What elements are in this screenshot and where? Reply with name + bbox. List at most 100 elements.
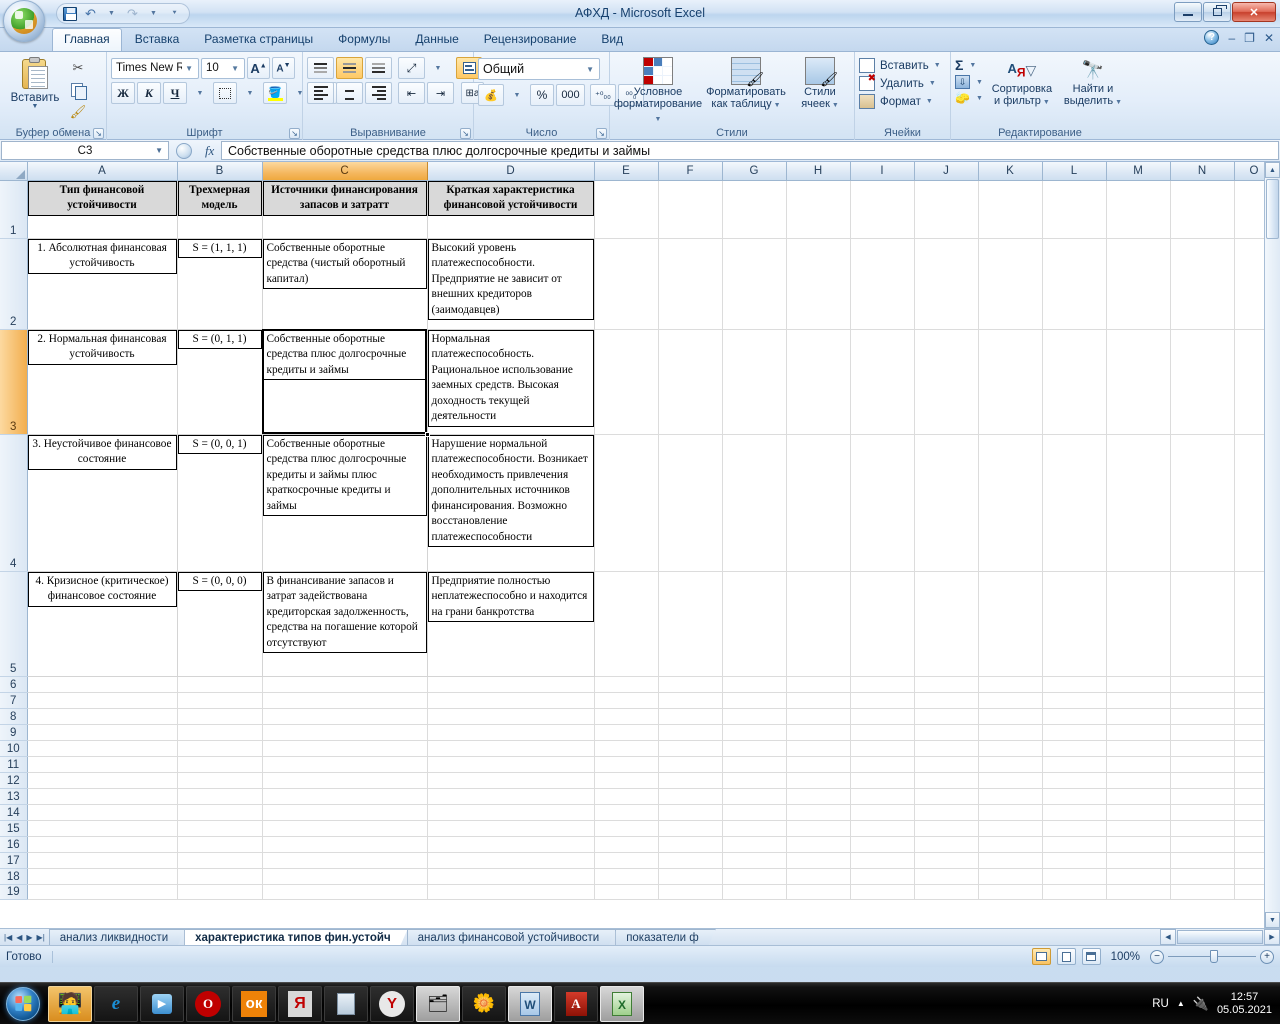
cell-B18[interactable] <box>177 868 263 885</box>
cell-E11[interactable] <box>594 756 659 773</box>
cell-B14[interactable] <box>177 804 263 821</box>
cell-M10[interactable] <box>1106 740 1171 757</box>
cell-K6[interactable] <box>978 676 1043 693</box>
cell-D17[interactable] <box>427 852 595 869</box>
cell-E2[interactable] <box>594 238 659 330</box>
normal-view-icon[interactable] <box>1031 948 1051 965</box>
cell-J18[interactable] <box>914 868 979 885</box>
cell-N2[interactable] <box>1170 238 1235 330</box>
cell-J6[interactable] <box>914 676 979 693</box>
column-header-E[interactable]: E <box>594 162 659 181</box>
align-bottom-icon[interactable] <box>365 57 392 79</box>
grow-font-button[interactable]: A▲ <box>247 57 270 79</box>
cell-H14[interactable] <box>786 804 851 821</box>
cell-M17[interactable] <box>1106 852 1171 869</box>
cell-G9[interactable] <box>722 724 787 741</box>
cell-E17[interactable] <box>594 852 659 869</box>
cell-I10[interactable] <box>850 740 915 757</box>
cell-L11[interactable] <box>1042 756 1107 773</box>
cell-A9[interactable] <box>27 724 178 741</box>
fill-handle[interactable] <box>424 431 430 437</box>
cell-B2[interactable]: S = (1, 1, 1) <box>177 238 263 330</box>
ribbon-tab-formulas[interactable]: Формулы <box>326 28 402 51</box>
acrobat-icon[interactable]: A <box>554 985 598 1022</box>
cell-J12[interactable] <box>914 772 979 789</box>
cell-G12[interactable] <box>722 772 787 789</box>
page-break-view-icon[interactable] <box>1081 948 1101 965</box>
cell-D15[interactable] <box>427 820 595 837</box>
cell-F12[interactable] <box>658 772 723 789</box>
cell-D12[interactable] <box>427 772 595 789</box>
cell-I17[interactable] <box>850 852 915 869</box>
cell-C3[interactable]: Собственные оборотные средства плюс долг… <box>262 329 430 437</box>
cell-L7[interactable] <box>1042 692 1107 709</box>
cell-M5[interactable] <box>1106 571 1171 677</box>
cell-J15[interactable] <box>914 820 979 837</box>
insert-function-icon[interactable]: fx <box>205 143 214 159</box>
cell-E19[interactable] <box>594 884 659 900</box>
cell-K9[interactable] <box>978 724 1043 741</box>
cell-D10[interactable] <box>427 740 595 757</box>
cut-icon[interactable]: ✂ <box>66 58 90 78</box>
calculator-icon[interactable] <box>324 985 368 1022</box>
cell-M3[interactable] <box>1106 329 1171 435</box>
media-player-icon[interactable]: ▶ <box>140 985 184 1022</box>
cell-C18[interactable] <box>262 868 428 885</box>
ribbon-close-icon[interactable]: ✕ <box>1264 31 1274 45</box>
cell-G17[interactable] <box>722 852 787 869</box>
cell-B6[interactable] <box>177 676 263 693</box>
cell-G16[interactable] <box>722 836 787 853</box>
select-all-corner[interactable] <box>0 162 28 181</box>
cell-L2[interactable] <box>1042 238 1107 330</box>
cell-E18[interactable] <box>594 868 659 885</box>
cell-B1[interactable]: Трехмерная модель <box>177 180 263 239</box>
cell-C2[interactable]: Собственные оборотные средства (чистый о… <box>262 238 428 330</box>
ribbon-minimize-icon[interactable]: ‒ <box>1228 31 1235 45</box>
horizontal-scroll-thumb[interactable] <box>1177 930 1263 944</box>
cell-D16[interactable] <box>427 836 595 853</box>
cell-M9[interactable] <box>1106 724 1171 741</box>
cell-F1[interactable] <box>658 180 723 239</box>
zoom-in-button[interactable]: + <box>1260 949 1274 964</box>
cell-G1[interactable] <box>722 180 787 239</box>
cell-M13[interactable] <box>1106 788 1171 805</box>
word-icon[interactable]: W <box>508 985 552 1022</box>
cell-I4[interactable] <box>850 434 915 572</box>
cell-D3[interactable]: Нормальная платежеспособность. Рациональ… <box>427 329 595 435</box>
cell-I19[interactable] <box>850 884 915 900</box>
cell-F2[interactable] <box>658 238 723 330</box>
column-header-I[interactable]: I <box>850 162 915 181</box>
cell-M1[interactable] <box>1106 180 1171 239</box>
cell-H16[interactable] <box>786 836 851 853</box>
cell-A17[interactable] <box>27 852 178 869</box>
cell-F17[interactable] <box>658 852 723 869</box>
sort-filter-button[interactable]: AЯ ▽ Сортировка и фильтр ▼ <box>987 57 1057 109</box>
cell-H12[interactable] <box>786 772 851 789</box>
clipboard-dialog-launcher[interactable]: ↘ <box>93 128 104 139</box>
align-right-icon[interactable] <box>365 82 392 104</box>
cell-E9[interactable] <box>594 724 659 741</box>
cell-G15[interactable] <box>722 820 787 837</box>
cell-N8[interactable] <box>1170 708 1235 725</box>
cell-A13[interactable] <box>27 788 178 805</box>
cell-A12[interactable] <box>27 772 178 789</box>
cell-B8[interactable] <box>177 708 263 725</box>
clock-time[interactable]: 12:57 <box>1231 991 1259 1003</box>
cell-D5[interactable]: Предприятие полностью неплатежеспособно … <box>427 571 595 677</box>
row-header-2[interactable]: 2 <box>0 238 28 330</box>
cell-G3[interactable] <box>722 329 787 435</box>
cell-I16[interactable] <box>850 836 915 853</box>
cell-E7[interactable] <box>594 692 659 709</box>
cell-H11[interactable] <box>786 756 851 773</box>
cell-D7[interactable] <box>427 692 595 709</box>
cell-G13[interactable] <box>722 788 787 805</box>
cell-K14[interactable] <box>978 804 1043 821</box>
cell-B7[interactable] <box>177 692 263 709</box>
cell-L18[interactable] <box>1042 868 1107 885</box>
formula-input[interactable]: Собственные оборотные средства плюс долг… <box>221 141 1279 160</box>
cell-I12[interactable] <box>850 772 915 789</box>
cell-C8[interactable] <box>262 708 428 725</box>
cell-A5[interactable]: 4. Кризисное (критическое) финансовое со… <box>27 571 178 677</box>
cell-H6[interactable] <box>786 676 851 693</box>
cell-K17[interactable] <box>978 852 1043 869</box>
